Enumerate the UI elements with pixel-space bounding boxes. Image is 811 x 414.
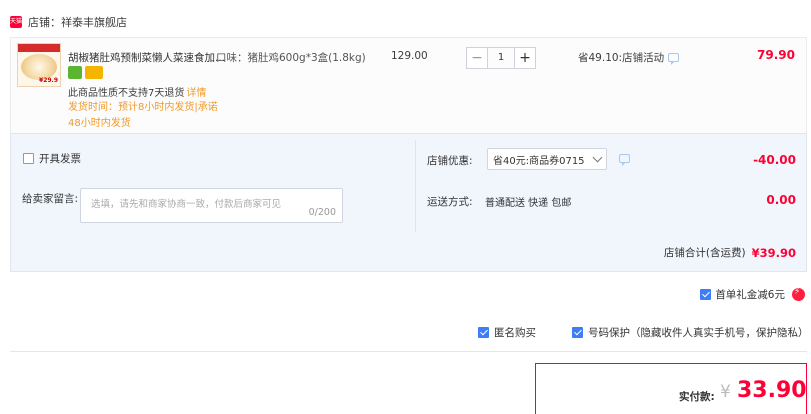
message-label: 给卖家留言: bbox=[22, 193, 79, 205]
message-placeholder: 选填，请先和商家协商一致，付款后商家可见 bbox=[91, 199, 282, 210]
privacy-options: 匿名购买 号码保护（隐藏收件人真实手机号，保护隐私） ? bbox=[478, 325, 811, 340]
gift-label: 首单礼金减6元 bbox=[715, 289, 785, 301]
anonymous-label: 匿名购买 bbox=[494, 327, 536, 339]
tmall-badge-icon: 天猫 bbox=[10, 16, 22, 28]
order-item: ¥29.9 胡椒猪肚鸡预制菜懒人菜速食加... 口味：猪肚鸡600g*3盒(1.… bbox=[10, 37, 807, 133]
vertical-divider bbox=[415, 140, 416, 232]
shop-total-label: 店铺合计(含运费) bbox=[663, 247, 746, 259]
qty-decrease-button[interactable]: − bbox=[466, 47, 488, 69]
shop-header: 天猫 店铺： 祥泰丰旗舰店 bbox=[10, 12, 127, 32]
service-icons bbox=[68, 66, 103, 79]
seller-message-input[interactable]: 选填，请先和商家协商一致，付款后商家可见 0/200 bbox=[80, 188, 343, 223]
shipping-fee: 0.00 bbox=[766, 193, 796, 207]
lightning-icon bbox=[792, 287, 805, 301]
return-policy-note: 此商品性质不支持7天退货 详情 bbox=[68, 84, 206, 99]
return-policy-text: 此商品性质不支持7天退货 bbox=[68, 88, 185, 99]
card-payment-icon[interactable] bbox=[85, 66, 103, 79]
payment-label: 实付款: bbox=[679, 391, 715, 403]
anonymous-checkbox[interactable] bbox=[478, 327, 489, 338]
shop-name-link[interactable]: 祥泰丰旗舰店 bbox=[61, 14, 127, 30]
guarantee-icon[interactable] bbox=[68, 66, 82, 79]
product-sku: 口味：猪肚鸡600g*3盒(1.8kg) bbox=[216, 52, 366, 64]
thumbnail-price: ¥29.9 bbox=[39, 77, 58, 84]
invoice-checkbox[interactable] bbox=[23, 153, 34, 164]
coupon-select[interactable]: 省40元:商品券0715 bbox=[487, 148, 607, 170]
gift-checkbox[interactable] bbox=[700, 289, 712, 300]
number-protect-label: 号码保护（隐藏收件人真实手机号，保护隐私） bbox=[588, 327, 809, 339]
number-protect-checkbox[interactable] bbox=[572, 327, 583, 338]
shipping-time-note: 发货时间：预计8小时内发货|承诺48小时内发货 bbox=[68, 102, 218, 129]
thumbnail-banner bbox=[18, 44, 60, 52]
shop-total: 店铺合计(含运费) ¥39.90 bbox=[664, 245, 796, 260]
shipping-label: 运送方式: bbox=[427, 196, 473, 208]
return-policy-link[interactable]: 详情 bbox=[186, 88, 206, 99]
shipping-method: 普通配送 快递 包邮 bbox=[485, 198, 572, 209]
qty-input[interactable]: 1 bbox=[488, 47, 514, 69]
chat-bubble-icon[interactable] bbox=[668, 53, 680, 65]
promo-info: 省49.10:店铺活动 bbox=[578, 50, 680, 65]
payment-amount: 33.90 bbox=[737, 378, 807, 403]
product-thumbnail[interactable]: ¥29.9 bbox=[17, 43, 61, 87]
first-order-gift-option[interactable]: 首单礼金减6元 bbox=[700, 287, 805, 302]
section-divider bbox=[10, 351, 807, 352]
qty-increase-button[interactable]: + bbox=[514, 47, 536, 69]
unit-price: 129.00 bbox=[391, 50, 428, 62]
promo-text: 省49.10:店铺活动 bbox=[578, 52, 665, 64]
invoice-option[interactable]: 开具发票 bbox=[23, 151, 81, 166]
coupon-discount-amount: -40.00 bbox=[753, 153, 796, 167]
message-char-count: 0/200 bbox=[308, 207, 336, 218]
chevron-down-icon bbox=[592, 152, 603, 163]
product-title-link[interactable]: 胡椒猪肚鸡预制菜懒人菜速食加... bbox=[68, 50, 225, 65]
coupon-selected-value: 省40元:商品券0715 bbox=[493, 155, 585, 167]
coupon-label: 店铺优惠: bbox=[427, 155, 473, 167]
payment-currency: ¥ bbox=[720, 382, 731, 402]
shop-label: 店铺： bbox=[28, 16, 61, 29]
coupon-chat-icon[interactable] bbox=[619, 154, 630, 166]
payment-summary: 实付款: ¥ 33.90 bbox=[535, 363, 807, 414]
quantity-stepper: − 1 + bbox=[466, 47, 536, 69]
order-options-panel: 开具发票 给卖家留言: 选填，请先和商家协商一致，付款后商家可见 0/200 店… bbox=[10, 133, 807, 272]
invoice-label: 开具发票 bbox=[39, 153, 81, 165]
item-subtotal: 79.90 bbox=[757, 48, 795, 62]
shop-total-amount: ¥39.90 bbox=[751, 245, 796, 260]
